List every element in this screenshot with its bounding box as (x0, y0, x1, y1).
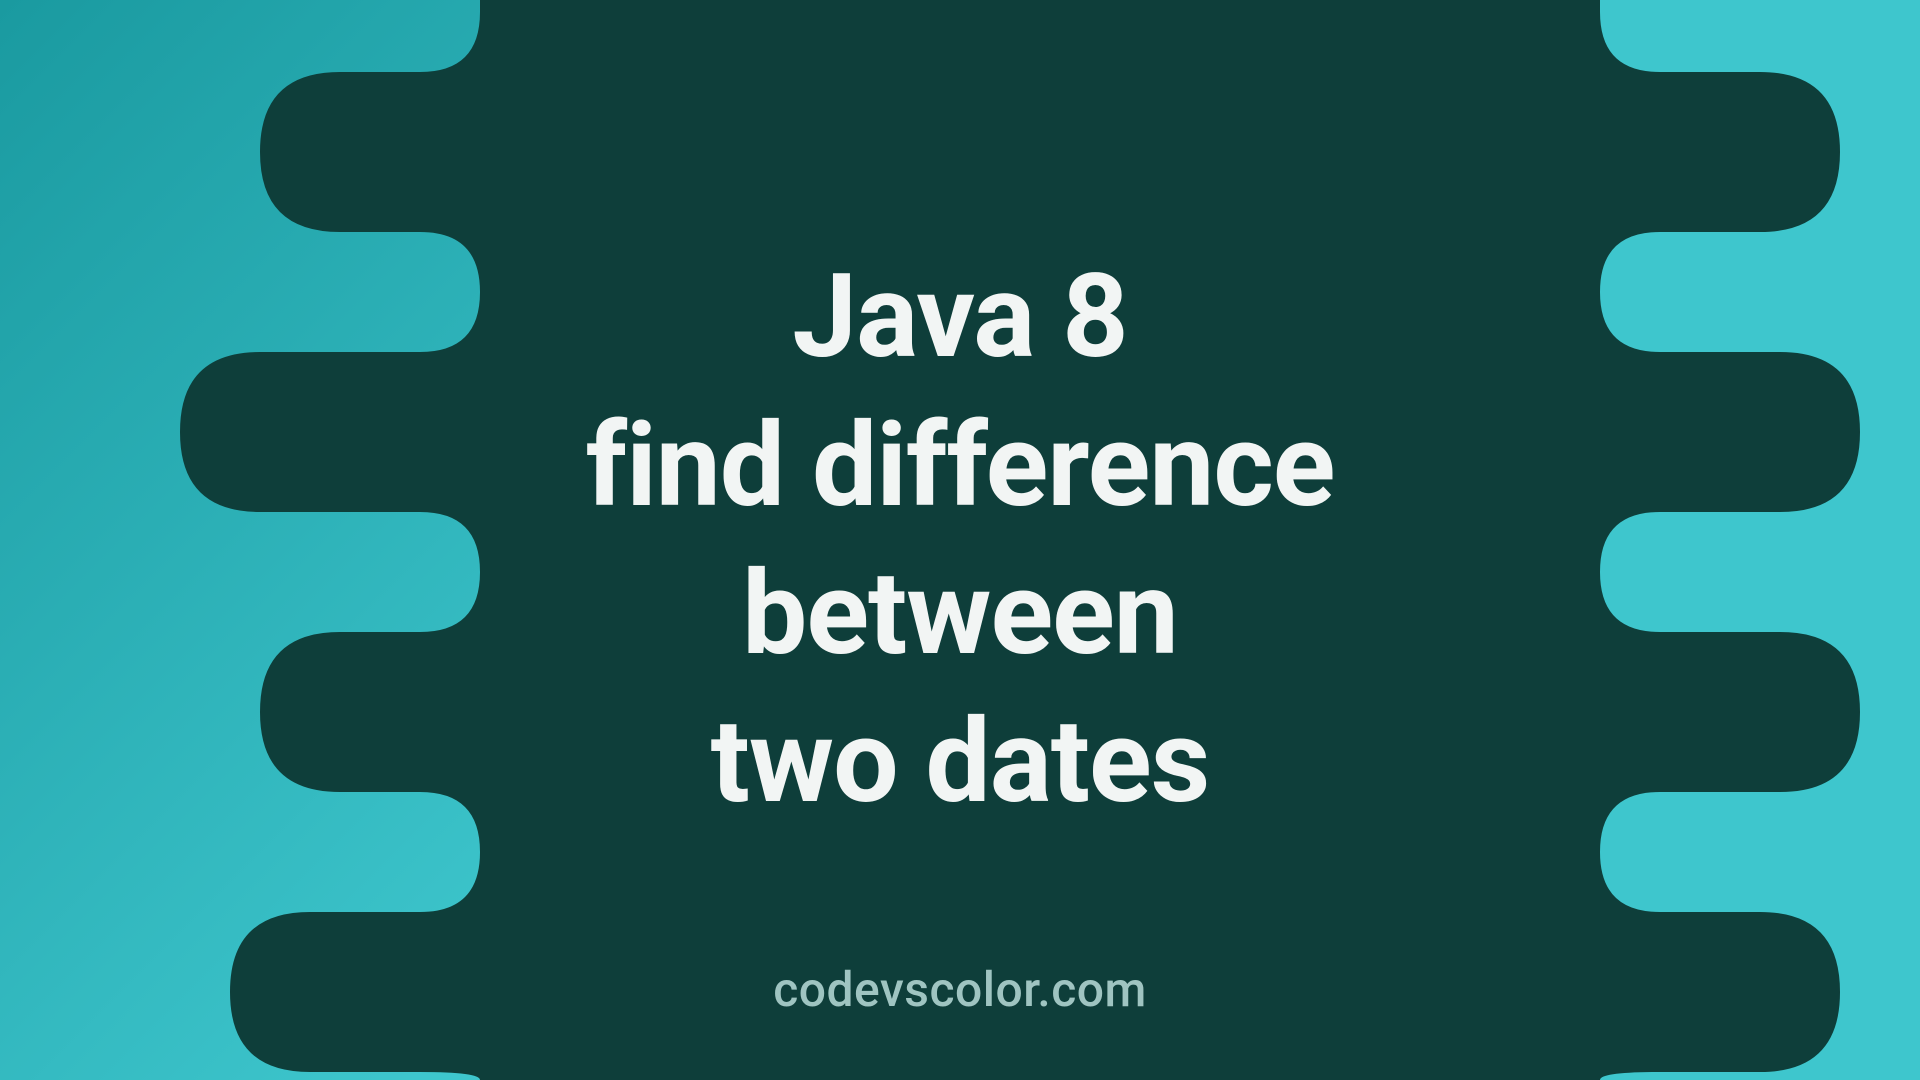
title-line-2: find difference (586, 392, 1335, 540)
title-line-3: between (586, 540, 1335, 688)
title-text: Java 8 find difference between two dates (586, 243, 1335, 837)
title-line-1: Java 8 (586, 243, 1335, 391)
main-content: Java 8 find difference between two dates… (0, 0, 1920, 1080)
title-line-4: two dates (586, 688, 1335, 836)
attribution-text: codevscolor.com (773, 961, 1147, 1018)
